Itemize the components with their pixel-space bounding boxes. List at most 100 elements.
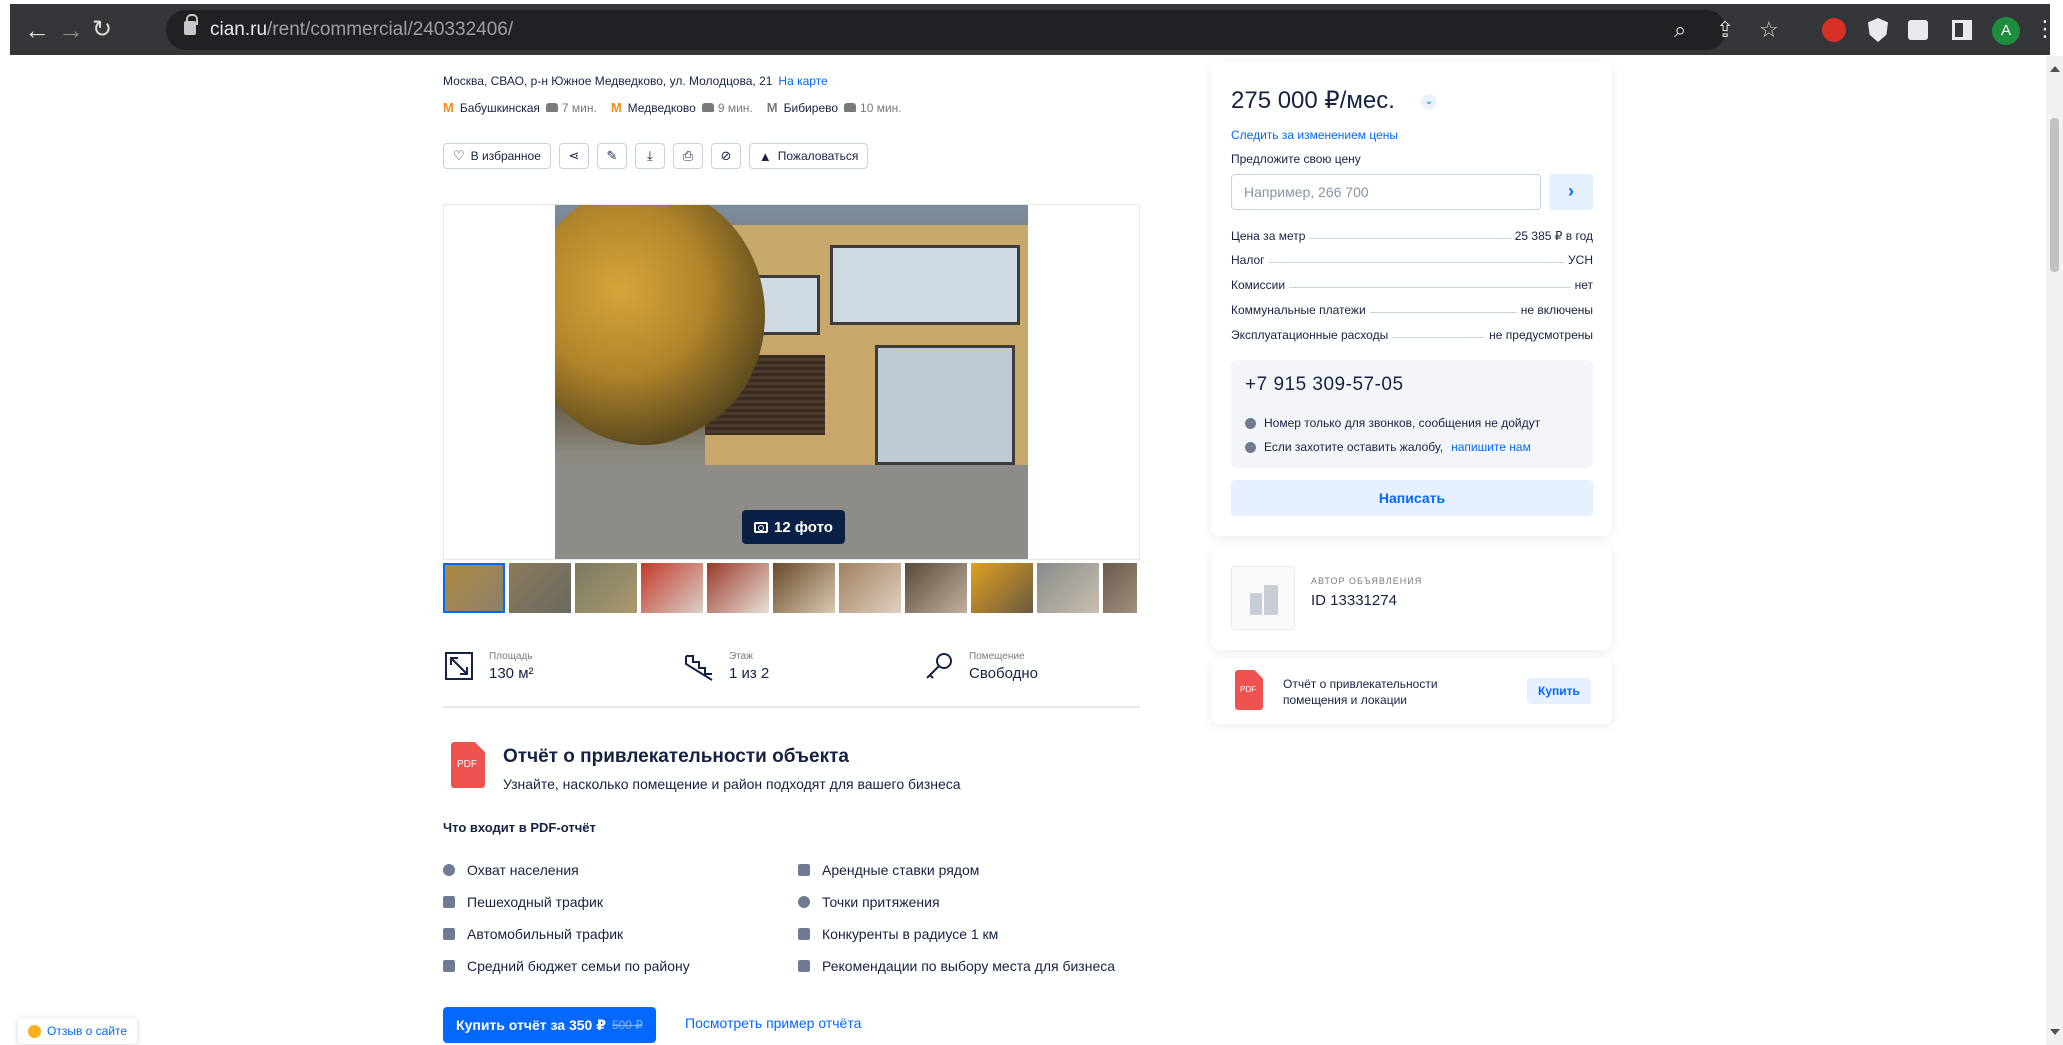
map-link[interactable]: На карте (778, 74, 827, 88)
site-feedback-button[interactable]: Отзыв о сайте (18, 1018, 138, 1044)
photo-thumbnail[interactable] (773, 563, 835, 613)
metro-time: 10 мин. (844, 101, 902, 115)
heart-icon: ♡ (453, 148, 465, 163)
scroll-down-icon[interactable] (2050, 1029, 2060, 1035)
adblock-extension-icon[interactable] (1822, 18, 1846, 42)
car-icon (545, 103, 558, 112)
photo-gallery[interactable] (443, 204, 1140, 560)
listing-address: Москва, СВАО, р-н Южное Медведково, ул. … (443, 74, 828, 88)
buy-pdf-button[interactable]: Купить (1527, 678, 1591, 704)
share-icon[interactable]: ⇪ (1716, 17, 1734, 43)
bookmark-star-icon[interactable]: ☆ (1759, 17, 1779, 43)
offer-submit-button[interactable]: › (1549, 174, 1593, 210)
write-message-button[interactable]: Написать (1231, 480, 1593, 516)
metro-icon: M (766, 100, 778, 115)
share-icon: ⋖ (568, 148, 580, 163)
thumbs-up-icon (798, 960, 810, 972)
print-button[interactable]: ⎙ (672, 143, 703, 169)
term-row: Коммунальные платежи не включены (1231, 303, 1593, 317)
photo-thumbnail[interactable] (707, 563, 769, 613)
hide-button[interactable]: ⊘ (710, 143, 741, 169)
back-icon[interactable]: ← (24, 15, 50, 46)
report-feature: Средний бюджет семьи по району (443, 958, 690, 974)
shield-extension-icon[interactable] (1868, 18, 1888, 42)
page-scrollbar[interactable] (2046, 56, 2063, 1045)
pdf-report-promo: PDF Отчёт о привлекательности помещения … (1211, 658, 1612, 724)
report-feature: Рекомендации по выбору места для бизнеса (798, 958, 1115, 974)
report-feature: Охват населения (443, 862, 579, 878)
address-text: Москва, СВАО, р-н Южное Медведково, ул. … (443, 74, 773, 88)
photo-thumbnail[interactable] (575, 563, 637, 613)
offer-price-input[interactable] (1231, 174, 1541, 210)
zoom-icon[interactable]: ⌕ (1674, 17, 1686, 43)
wallet-icon (443, 960, 455, 972)
metro-icon: M (443, 100, 454, 115)
metro-icon: M (610, 100, 622, 115)
pencil-icon: ✎ (606, 148, 618, 163)
photo-thumbnail[interactable] (971, 563, 1033, 613)
side-panel-icon[interactable] (1952, 20, 1972, 40)
metro-item[interactable]: M Бибирево 10 мин. (767, 100, 902, 115)
author-avatar[interactable] (1231, 566, 1295, 630)
phone-icon (1245, 417, 1256, 429)
fact-area: Площадь 130 м² (443, 650, 534, 682)
report-feature: Автомобильный трафик (443, 926, 623, 942)
phone-number[interactable]: +7 915 309-57-05 (1245, 374, 1404, 396)
profile-avatar[interactable]: A (1992, 17, 2020, 45)
report-feature: Точки притяжения (798, 894, 940, 910)
photo-thumbnail[interactable] (509, 563, 571, 613)
forward-icon[interactable]: → (58, 15, 84, 46)
camera-icon (754, 521, 768, 533)
favorite-button[interactable]: ♡ В избранное (443, 143, 551, 169)
fact-label: Площадь (489, 650, 533, 662)
metro-time: 9 мин. (701, 101, 753, 115)
download-button[interactable]: ⤓ (634, 143, 665, 169)
photo-thumbnail[interactable] (641, 563, 703, 613)
photo-thumbnail[interactable] (443, 563, 505, 613)
complain-button[interactable]: ▲ Пожаловаться (748, 143, 869, 169)
main-photo[interactable] (555, 205, 1028, 559)
metro-name: Медведково (627, 100, 696, 115)
reload-icon[interactable]: ↻ (92, 15, 112, 44)
walker-icon (443, 896, 455, 908)
extensions-puzzle-icon[interactable] (1908, 20, 1928, 40)
term-row: Цена за метр 25 385 ₽ в год (1231, 229, 1593, 243)
pdf-icon: PDF (1235, 670, 1263, 710)
photo-thumbnail[interactable] (839, 563, 901, 613)
photo-thumbnail[interactable] (1103, 563, 1137, 613)
scroll-thumb[interactable] (2050, 118, 2059, 272)
url-text: cian.ru/rent/commercial/240332406/ (210, 19, 514, 40)
complaint-note: Если захотите оставить жалобу, напишите н… (1245, 440, 1531, 454)
car-icon (443, 928, 455, 940)
menu-kebab-icon[interactable]: ⋮ (2034, 16, 2056, 42)
author-id[interactable]: ID 13331274 (1311, 592, 1397, 609)
car-icon (701, 103, 714, 112)
address-bar[interactable]: cian.ru/rent/commercial/240332406/ (166, 10, 1726, 50)
sample-report-link[interactable]: Посмотреть пример отчёта (685, 1015, 861, 1031)
follow-price-link[interactable]: Следить за изменением цены (1231, 128, 1398, 142)
metro-name: Бибирево (783, 100, 839, 115)
car-icon (844, 103, 857, 112)
note-button[interactable]: ✎ (596, 143, 627, 169)
stairs-icon (685, 655, 713, 681)
metro-name: Бабушкинская (459, 100, 540, 115)
price: 275 000 ₽/мес. (1231, 87, 1395, 114)
scroll-up-icon[interactable] (2050, 66, 2060, 72)
photo-thumbnail[interactable] (1037, 563, 1099, 613)
metro-item[interactable]: M Медведково 9 мин. (611, 100, 753, 115)
chevron-down-icon[interactable]: ⌄ (1421, 94, 1437, 110)
buy-report-button[interactable]: Купить отчёт за 350 ₽500 ₽ (443, 1007, 656, 1043)
write-us-link[interactable]: напишите нам (1451, 440, 1531, 454)
listing-actions: ♡ В избранное ⋖ ✎ ⤓ ⎙ ⊘ ▲ Пожаловаться (443, 143, 869, 169)
photo-thumbnail[interactable] (905, 563, 967, 613)
photo-count-badge[interactable]: 12 фото (742, 510, 845, 544)
listing-facts: Площадь 130 м² Этаж 1 из 2 Помещение Свобод… (443, 650, 1140, 708)
area-icon (445, 652, 473, 680)
fact-value: Свободно (969, 664, 1038, 682)
metro-time: 7 мин. (545, 101, 597, 115)
share-button[interactable]: ⋖ (558, 143, 589, 169)
metro-item[interactable]: M Бабушкинская 7 мин. (443, 100, 597, 115)
report-subtitle: Узнайте, насколько помещение и район под… (503, 776, 961, 792)
term-row: Эксплуатационные расходы не предусмотрены (1231, 328, 1593, 342)
metro-list: M Бабушкинская 7 мин. M Медведково 9 мин… (443, 100, 902, 115)
